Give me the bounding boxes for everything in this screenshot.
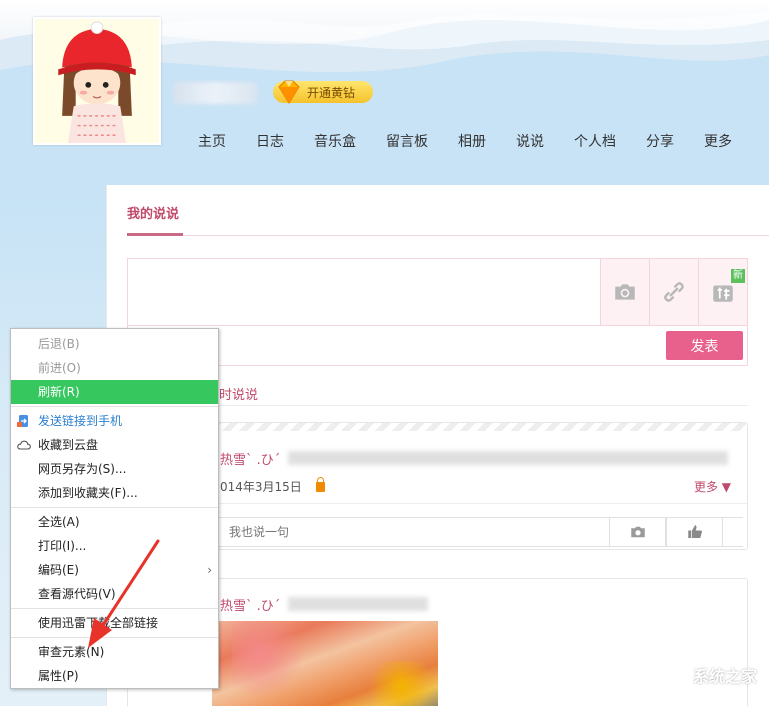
reply-photo-button[interactable] — [609, 517, 666, 547]
menu-item-label: 后退(B) — [38, 337, 80, 351]
menu-item-save-to-cloud[interactable]: 收藏到云盘 — [11, 433, 218, 457]
menu-item-forward[interactable]: 前进(O) — [11, 356, 218, 380]
post-content-blurred — [288, 597, 428, 611]
menu-item-label: 使用迅雷下载全部链接 — [38, 616, 159, 630]
post-divider — [128, 503, 747, 504]
new-badge: 新 — [731, 269, 745, 283]
menu-item-print[interactable]: 打印(I)... — [11, 534, 218, 558]
menu-separator — [11, 637, 218, 638]
chevron-right-icon: › — [207, 563, 212, 577]
diamond-icon — [278, 80, 300, 104]
post-author[interactable]: 热雪ˋ .ひˊ — [220, 449, 280, 468]
nav-item-album[interactable]: 相册 — [458, 131, 486, 151]
menu-item-add-favorite[interactable]: 添加到收藏夹(F)... — [11, 481, 218, 505]
composer-footer: 发表 — [127, 326, 748, 366]
nav-item-guestbook[interactable]: 留言板 — [386, 131, 428, 151]
vip-label: 开通黄钻 — [307, 85, 356, 100]
menu-item-send-to-phone[interactable]: 发送链接到手机 — [11, 409, 218, 433]
menu-item-label: 打印(I)... — [38, 539, 87, 553]
menu-separator — [11, 406, 218, 407]
post-date: 014年3月15日 — [220, 480, 302, 494]
menu-item-label: 前进(O) — [38, 361, 81, 375]
menu-item-view-source[interactable]: 查看源代码(V) — [11, 582, 218, 606]
post-date-row: 014年3月15日 — [220, 476, 325, 495]
nav-item-blog[interactable]: 日志 — [256, 131, 284, 151]
menu-item-back[interactable]: 后退(B) — [11, 332, 218, 356]
publish-button[interactable]: 发表 — [666, 331, 743, 360]
menu-item-label: 添加到收藏夹(F)... — [38, 486, 138, 500]
menu-item-label: 查看源代码(V) — [38, 587, 116, 601]
menu-item-label: 收藏到云盘 — [38, 438, 99, 452]
nav-item-more[interactable]: 更多 — [704, 131, 732, 151]
watermark-text: 系统之家 — [692, 667, 757, 686]
nav-item-home[interactable]: 主页 — [198, 131, 226, 151]
nav-item-share[interactable]: 分享 — [646, 131, 674, 151]
add-photo-button[interactable] — [600, 259, 649, 325]
reply-box — [218, 517, 743, 547]
menu-item-label: 发送链接到手机 — [38, 414, 123, 428]
composer-tools: 新 — [600, 259, 747, 325]
nickname-blurred — [173, 82, 257, 104]
photo-detail — [232, 621, 302, 701]
nav-item-profile[interactable]: 个人档 — [574, 131, 616, 151]
tab-active-indicator — [127, 233, 183, 236]
menu-item-refresh[interactable]: 刷新(R) — [11, 380, 218, 404]
post-photo[interactable] — [212, 621, 438, 706]
menu-item-label: 刷新(R) — [38, 385, 80, 399]
menu-item-encoding[interactable]: 编码(E) › — [11, 558, 218, 582]
tab-my-shuoshuo[interactable]: 我的说说 — [127, 203, 179, 222]
post-stripe — [128, 423, 747, 431]
menu-item-label: 网页另存为(S)... — [38, 462, 127, 476]
cloud-icon — [17, 440, 31, 450]
tab-divider — [127, 235, 769, 236]
link-icon — [664, 282, 684, 302]
composer-textarea[interactable]: 新 — [127, 258, 748, 326]
like-button[interactable] — [666, 517, 723, 547]
photo-detail — [362, 661, 438, 706]
nav-item-music[interactable]: 音乐盒 — [314, 131, 356, 151]
camera-icon — [615, 284, 635, 300]
house-logo-icon — [650, 658, 689, 692]
menu-separator — [11, 608, 218, 609]
reply-input[interactable] — [219, 518, 609, 546]
vip-badge[interactable]: 开通黄钻 — [273, 80, 373, 104]
feed-post: 热雪ˋ .ひˊ 014年3月15日 更多 ▼ — [127, 422, 748, 550]
add-link-button[interactable] — [649, 259, 698, 325]
menu-item-label: 属性(P) — [38, 669, 79, 683]
menu-item-properties[interactable]: 属性(P) — [11, 664, 218, 688]
menu-item-label: 编码(E) — [38, 563, 79, 577]
post-more-button[interactable]: 更多 ▼ — [694, 478, 731, 495]
phone-send-icon — [17, 415, 28, 427]
main-nav: 主页 日志 音乐盒 留言板 相册 说说 个人档 分享 更多 — [190, 131, 732, 151]
avatar[interactable] — [33, 17, 161, 145]
menu-item-label: 审查元素(N) — [38, 645, 105, 659]
post-content-blurred — [288, 451, 728, 465]
menu-item-label: 全选(A) — [38, 515, 80, 529]
menu-item-save-page[interactable]: 网页另存为(S)... — [11, 457, 218, 481]
thumb-up-icon — [687, 525, 702, 538]
menu-item-inspect-element[interactable]: 审查元素(N) — [11, 640, 218, 664]
context-menu: 后退(B) 前进(O) 刷新(R) 发送链接到手机 收藏到云盘 网页另存为(S)… — [10, 328, 219, 689]
avatar-girl-illustration — [35, 19, 159, 143]
menu-separator — [11, 507, 218, 508]
camera-icon — [630, 526, 645, 538]
feed-tab-label[interactable]: 时说说 — [219, 384, 258, 403]
menu-item-select-all[interactable]: 全选(A) — [11, 510, 218, 534]
lock-icon — [315, 476, 325, 492]
fun-button[interactable]: 新 — [698, 259, 747, 325]
reply-tools — [609, 517, 723, 547]
feed-divider — [127, 405, 748, 406]
nav-item-shuoshuo[interactable]: 说说 — [516, 131, 544, 151]
menu-item-thunder-download[interactable]: 使用迅雷下载全部链接 — [11, 611, 218, 635]
site-watermark: 系统之家 — [650, 658, 757, 692]
post-author[interactable]: 热雪ˋ .ひˊ — [220, 595, 280, 614]
